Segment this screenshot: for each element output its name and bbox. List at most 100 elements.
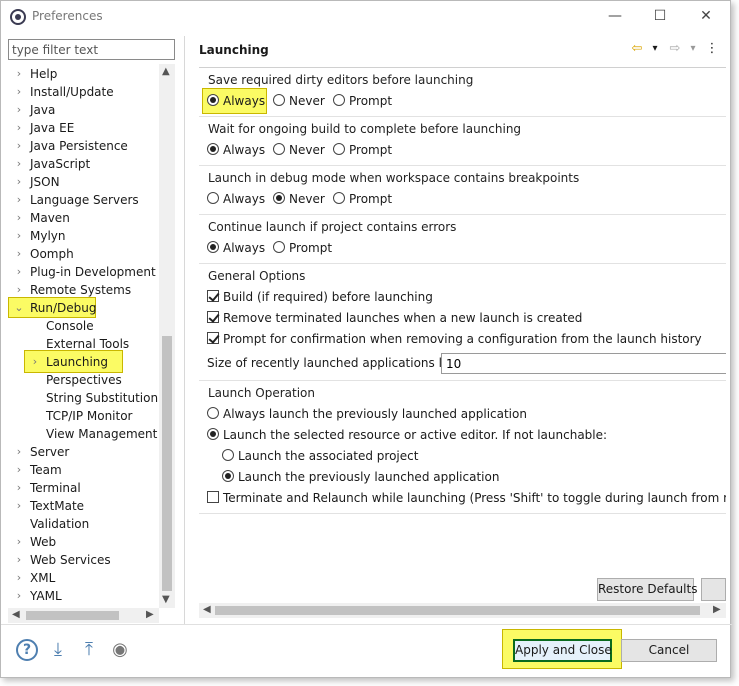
- chevron-right-icon[interactable]: ›: [14, 65, 24, 83]
- tree-item[interactable]: › Install/Update: [8, 83, 158, 101]
- tree-item[interactable]: › Language Servers: [8, 191, 158, 209]
- tree-item[interactable]: › Plug-in Development: [8, 263, 158, 281]
- debug-never-radio[interactable]: Never: [273, 190, 325, 208]
- chevron-right-icon[interactable]: ›: [14, 227, 24, 245]
- minimize-button[interactable]: —: [600, 5, 630, 27]
- back-dropdown-icon[interactable]: ▾: [647, 41, 663, 57]
- export-icon[interactable]: ⤒: [78, 639, 100, 661]
- tree-item[interactable]: › Oomph: [8, 245, 158, 263]
- forward-arrow-icon[interactable]: ⇨: [667, 41, 683, 57]
- debug-always-radio[interactable]: Always: [207, 190, 265, 208]
- tree-item[interactable]: › Launching: [8, 353, 158, 371]
- tree-item[interactable]: › YAML: [8, 587, 158, 605]
- tree-hscroll-thumb[interactable]: [26, 611, 119, 620]
- tree-item[interactable]: › Remote Systems: [8, 281, 158, 299]
- tree-item[interactable]: › Terminal: [8, 479, 158, 497]
- tree-item[interactable]: › Server: [8, 443, 158, 461]
- build-never-radio[interactable]: Never: [273, 141, 325, 159]
- tree-item[interactable]: › Web: [8, 533, 158, 551]
- dirty-always-radio[interactable]: Always: [207, 92, 265, 110]
- scroll-right-icon[interactable]: ▶: [713, 604, 721, 615]
- apply-and-close-button[interactable]: Apply and Close: [513, 639, 612, 662]
- chevron-right-icon[interactable]: ›: [14, 155, 24, 173]
- dirty-never-radio[interactable]: Never: [273, 92, 325, 110]
- tree-item[interactable]: String Substitution: [8, 389, 158, 407]
- errors-prompt-radio[interactable]: Prompt: [273, 239, 332, 257]
- tree-item[interactable]: ⌄ Run/Debug: [8, 299, 158, 317]
- scroll-left-icon[interactable]: ◀: [12, 609, 20, 620]
- chevron-right-icon[interactable]: ›: [14, 83, 24, 101]
- chevron-right-icon[interactable]: ›: [14, 443, 24, 461]
- chevron-right-icon[interactable]: ›: [14, 191, 24, 209]
- associated-project-radio[interactable]: Launch the associated project: [222, 447, 418, 465]
- chevron-right-icon[interactable]: ›: [14, 551, 24, 569]
- chevron-right-icon[interactable]: ›: [14, 209, 24, 227]
- always-previous-radio[interactable]: Always launch the previously launched ap…: [207, 405, 527, 423]
- selected-resource-radio[interactable]: Launch the selected resource or active e…: [207, 426, 607, 444]
- chevron-down-icon[interactable]: ⌄: [14, 299, 24, 317]
- tree-item[interactable]: TCP/IP Monitor: [8, 407, 158, 425]
- tree-horizontal-scrollbar[interactable]: ◀ ▶: [8, 608, 159, 623]
- chevron-right-icon[interactable]: ›: [14, 173, 24, 191]
- tree-item[interactable]: › Mylyn: [8, 227, 158, 245]
- pane-horizontal-scrollbar[interactable]: ◀ ▶: [199, 603, 726, 618]
- chevron-right-icon[interactable]: ›: [14, 479, 24, 497]
- tree-item[interactable]: › Help: [8, 65, 158, 83]
- record-icon[interactable]: ◉: [109, 639, 131, 661]
- import-icon[interactable]: ⤓: [47, 639, 69, 661]
- tree-item[interactable]: › TextMate: [8, 497, 158, 515]
- chevron-right-icon[interactable]: ›: [14, 245, 24, 263]
- tree-item[interactable]: › Java EE: [8, 119, 158, 137]
- chevron-right-icon[interactable]: ›: [14, 101, 24, 119]
- dirty-prompt-radio[interactable]: Prompt: [333, 92, 392, 110]
- scroll-up-icon[interactable]: ▲: [162, 66, 170, 77]
- chevron-right-icon[interactable]: ›: [14, 281, 24, 299]
- terminate-relaunch-checkbox[interactable]: Terminate and Relaunch while launching (…: [207, 489, 726, 507]
- view-menu-icon[interactable]: ⋮: [704, 41, 720, 57]
- tree-item[interactable]: Validation: [8, 515, 158, 533]
- prompt-confirmation-checkbox[interactable]: Prompt for confirmation when removing a …: [207, 330, 702, 348]
- tree-item[interactable]: Console: [8, 317, 158, 335]
- chevron-right-icon[interactable]: ›: [14, 119, 24, 137]
- chevron-right-icon[interactable]: ›: [14, 533, 24, 551]
- remove-terminated-checkbox[interactable]: Remove terminated launches when a new la…: [207, 309, 582, 327]
- chevron-right-icon[interactable]: ›: [14, 497, 24, 515]
- tree-item[interactable]: › XML: [8, 569, 158, 587]
- tree-scroll-thumb[interactable]: [162, 336, 172, 591]
- build-before-launch-checkbox[interactable]: Build (if required) before launching: [207, 288, 433, 306]
- cancel-button[interactable]: Cancel: [621, 639, 717, 662]
- help-icon[interactable]: ?: [16, 639, 38, 661]
- chevron-right-icon[interactable]: ›: [14, 587, 24, 605]
- tree-item[interactable]: › Java Persistence: [8, 137, 158, 155]
- close-button[interactable]: ✕: [691, 5, 721, 27]
- chevron-right-icon[interactable]: ›: [30, 353, 40, 371]
- maximize-button[interactable]: ☐: [645, 5, 675, 27]
- tree-item[interactable]: › Web Services: [8, 551, 158, 569]
- apply-button-partial[interactable]: [701, 578, 726, 601]
- chevron-right-icon[interactable]: ›: [14, 263, 24, 281]
- chevron-right-icon[interactable]: ›: [14, 569, 24, 587]
- tree-item[interactable]: › JSON: [8, 173, 158, 191]
- previous-application-radio[interactable]: Launch the previously launched applicati…: [222, 468, 499, 486]
- tree-item[interactable]: › Java: [8, 101, 158, 119]
- build-prompt-radio[interactable]: Prompt: [333, 141, 392, 159]
- tree-item[interactable]: View Management: [8, 425, 158, 443]
- pane-hscroll-thumb[interactable]: [215, 606, 700, 615]
- scroll-left-icon[interactable]: ◀: [203, 604, 211, 615]
- debug-prompt-radio[interactable]: Prompt: [333, 190, 392, 208]
- chevron-right-icon[interactable]: ›: [14, 137, 24, 155]
- tree-item[interactable]: External Tools: [8, 335, 158, 353]
- scroll-down-icon[interactable]: ▼: [162, 594, 170, 605]
- tree-item[interactable]: › JavaScript: [8, 155, 158, 173]
- filter-input[interactable]: [8, 39, 175, 60]
- chevron-right-icon[interactable]: ›: [14, 461, 24, 479]
- tree-vertical-scrollbar[interactable]: ▲ ▼: [159, 64, 175, 608]
- errors-always-radio[interactable]: Always: [207, 239, 265, 257]
- build-always-radio[interactable]: Always: [207, 141, 265, 159]
- scroll-right-icon[interactable]: ▶: [146, 609, 154, 620]
- restore-defaults-button[interactable]: Restore Defaults: [597, 578, 697, 601]
- forward-dropdown-icon[interactable]: ▾: [685, 41, 701, 57]
- tree-item[interactable]: › Maven: [8, 209, 158, 227]
- back-arrow-icon[interactable]: ⇦: [629, 41, 645, 57]
- tree-item[interactable]: › Team: [8, 461, 158, 479]
